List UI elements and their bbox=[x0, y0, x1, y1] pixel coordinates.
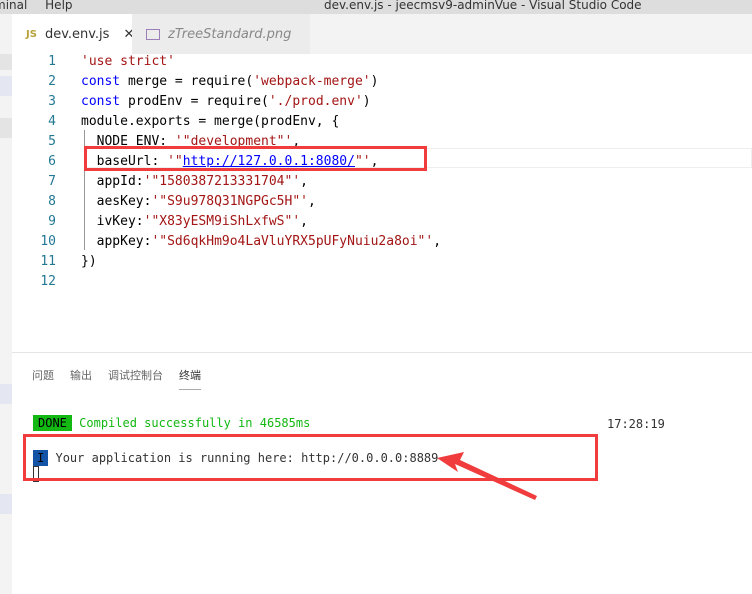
annotation-arrow-icon bbox=[437, 452, 537, 500]
